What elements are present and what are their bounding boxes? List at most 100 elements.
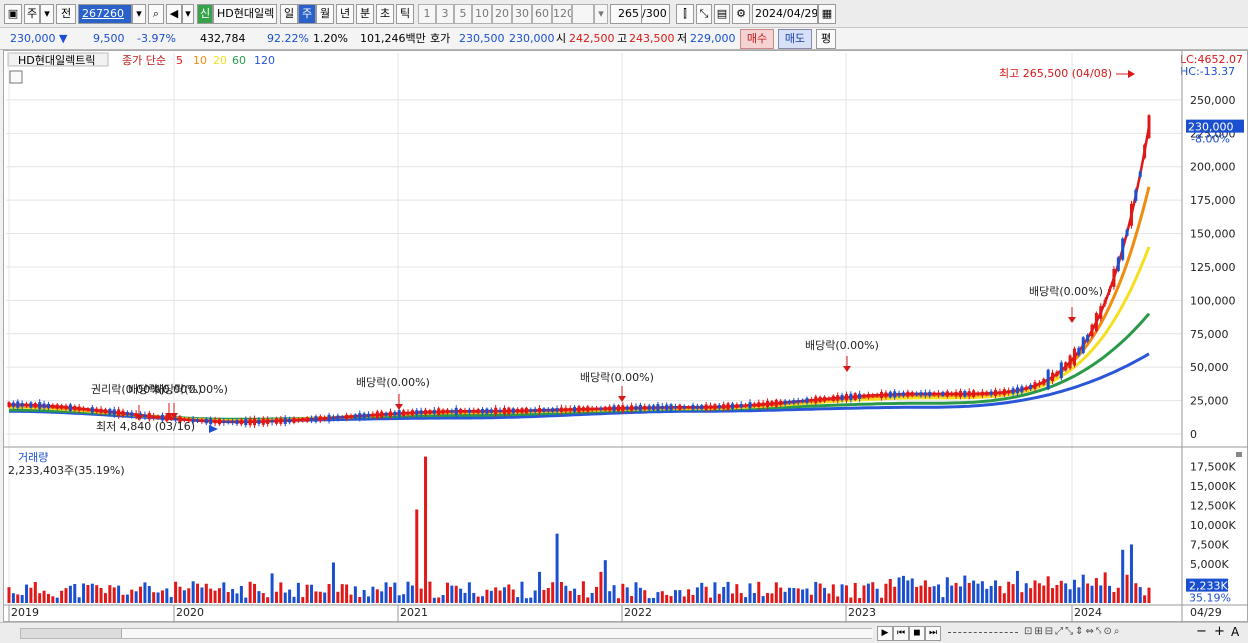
rewind-icon[interactable]: ⏮	[893, 626, 909, 641]
new-listing-badge: 신	[197, 4, 213, 24]
multiplier-10[interactable]: 10	[472, 4, 492, 24]
candle-up	[261, 418, 265, 425]
calendar-icon[interactable]: ▦	[818, 4, 836, 24]
candle-up	[945, 391, 949, 397]
interval-minute[interactable]: 분	[356, 4, 374, 24]
price-tick-label: 25,000	[1190, 395, 1229, 408]
interval-month[interactable]: 월	[316, 4, 334, 24]
volume-ratio: 92.22%	[267, 32, 309, 45]
custom-interval-input[interactable]	[572, 4, 594, 24]
count-input[interactable]: 265	[610, 4, 642, 24]
candle-down	[748, 402, 752, 409]
period-button[interactable]: 주	[24, 4, 40, 24]
multiplier-60[interactable]: 60	[532, 4, 552, 24]
candle-down	[222, 420, 226, 423]
interval-year[interactable]: 년	[336, 4, 354, 24]
candle-up	[836, 395, 840, 401]
candle-up	[502, 407, 506, 415]
multiplier-30[interactable]: 30	[512, 4, 532, 24]
candle-up	[809, 399, 813, 402]
volume-bar-down	[524, 598, 528, 603]
volume-bar-up	[858, 598, 862, 603]
multiplier-120[interactable]: 120	[552, 4, 572, 24]
search-icon[interactable]: ⌕	[148, 4, 164, 24]
volume-bar-down	[1090, 585, 1094, 603]
save-icon[interactable]: ▤	[714, 4, 730, 24]
gear-icon[interactable]: ⚙	[732, 4, 750, 24]
speaker-dropdown-icon[interactable]: ▾	[182, 4, 194, 24]
current-price: 230,000 ▼	[10, 32, 68, 45]
zoom-slider[interactable]	[948, 632, 1018, 634]
volume-bar-down	[516, 597, 520, 603]
chevron-down-icon[interactable]: ▾	[40, 4, 54, 24]
candle-up	[1068, 355, 1072, 369]
volume-bar-up	[1033, 580, 1037, 603]
volume-bar-up	[209, 588, 213, 603]
candle-down	[546, 408, 550, 412]
horizontal-scrollbar[interactable]	[20, 628, 873, 639]
current-pct-tag: -8.00%	[1191, 133, 1230, 146]
volume-tick-label: 17,500K	[1190, 461, 1236, 474]
multiplier-5[interactable]: 5	[454, 4, 472, 24]
font-size-button[interactable]: A	[1231, 625, 1239, 639]
volume-bar-up	[99, 587, 103, 603]
volume-value: 2,233,403주(35.19%)	[8, 464, 125, 477]
volume-bar-down	[910, 578, 914, 603]
scrollbar-thumb[interactable]	[121, 629, 873, 638]
play-icon[interactable]: ▶	[877, 626, 893, 641]
volume-bar-down	[1015, 570, 1019, 603]
volume-bar-up	[38, 593, 42, 603]
candle-down	[226, 420, 230, 424]
volume-bar-down	[55, 597, 59, 603]
candle-up	[643, 405, 647, 410]
candle-down	[634, 405, 638, 410]
volume-bar-down	[134, 591, 138, 603]
interval-tick[interactable]: 틱	[396, 4, 414, 24]
volume-bar-up	[112, 587, 116, 603]
event-arrow	[395, 404, 403, 410]
chart-area[interactable]: HD현대일렉트릭 종가 단순 5 10 20 60 120 LC:4652.07 HC:-13.…	[3, 50, 1248, 623]
chart-tools-icon[interactable]: ⊡⊞⊟⤢⤡⇕⇔⤣⊙⌕	[1024, 626, 1122, 637]
candle-type-icon[interactable]: ⫿	[676, 4, 694, 24]
multiplier-1[interactable]: 1	[418, 4, 436, 24]
buy-button[interactable]: 매수	[740, 29, 774, 49]
candle-down	[923, 392, 927, 396]
multiplier-3[interactable]: 3	[436, 4, 454, 24]
interval-week[interactable]: 주	[298, 4, 316, 24]
stop-icon[interactable]: ◼	[909, 626, 925, 641]
candle-up	[213, 419, 217, 424]
x-tick-label: 2023	[848, 606, 876, 619]
forward-icon[interactable]: ⏭	[925, 626, 941, 641]
volume-bar-up	[717, 593, 721, 603]
volume-bar-down	[994, 580, 998, 603]
custom-interval-dropdown-icon[interactable]: ▾	[594, 4, 608, 24]
date-input[interactable]: 2024/04/29	[752, 4, 818, 24]
interval-second[interactable]: 초	[376, 4, 394, 24]
candle-down	[1081, 337, 1085, 353]
speaker-icon[interactable]: ◀	[166, 4, 182, 24]
zoom-minus-button[interactable]: −	[1196, 624, 1207, 639]
multiplier-20[interactable]: 20	[492, 4, 512, 24]
volume-bar-up	[86, 584, 90, 603]
zoom-plus-button[interactable]: +	[1214, 624, 1225, 639]
stock-name-field[interactable]: HD현대일렉	[213, 4, 277, 24]
candle-up	[99, 408, 103, 413]
x-tick-label: 2022	[624, 606, 652, 619]
eval-button[interactable]: 평	[816, 29, 836, 49]
draw-tool-icon[interactable]: ⤡	[696, 4, 712, 24]
screen-menu-icon[interactable]: ▣	[4, 4, 22, 24]
code-input[interactable]: 267260	[78, 4, 132, 24]
code-dropdown-icon[interactable]: ▾	[132, 4, 146, 24]
interval-day[interactable]: 일	[280, 4, 298, 24]
volume-bar-up	[1037, 583, 1041, 603]
volume-bar-up	[893, 586, 897, 603]
volume-bar-down	[761, 596, 765, 603]
candle-down	[310, 417, 314, 421]
candle-down	[915, 392, 919, 396]
candle-down	[362, 413, 366, 419]
candle-down	[805, 398, 809, 404]
candle-up	[559, 407, 563, 413]
prev-button[interactable]: 전	[56, 4, 76, 24]
sell-button[interactable]: 매도	[778, 29, 812, 49]
candle-up	[507, 407, 511, 415]
